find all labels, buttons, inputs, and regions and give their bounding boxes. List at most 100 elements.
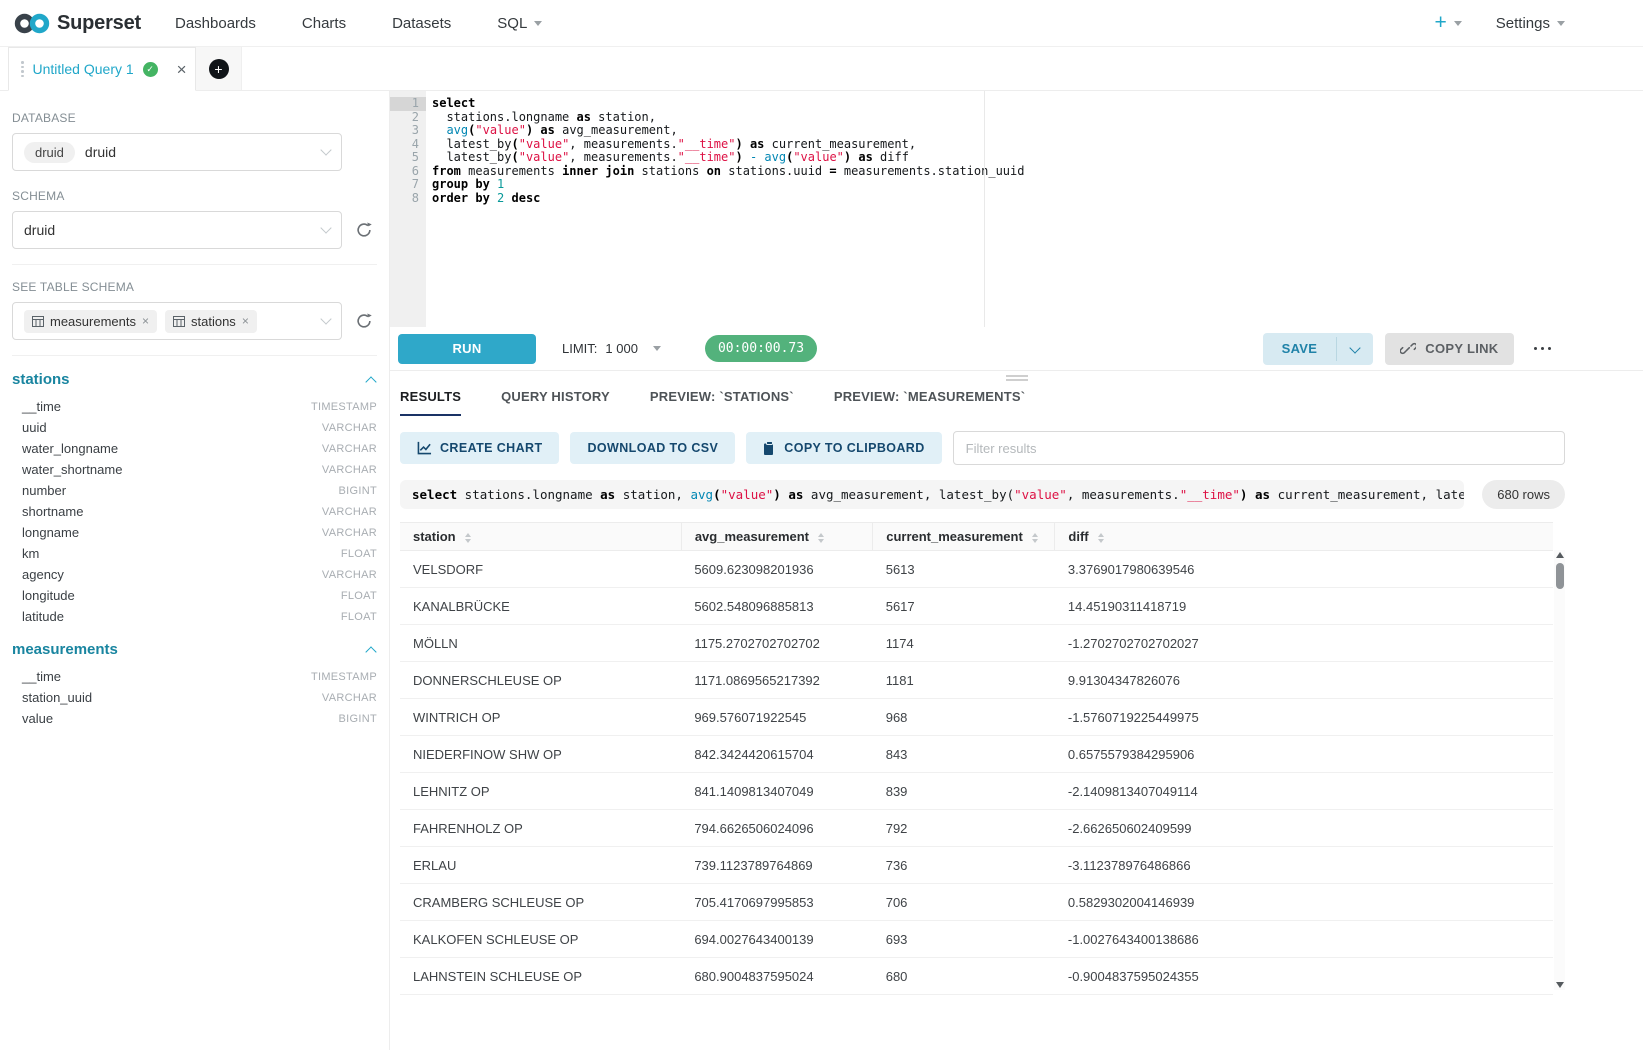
settings-menu[interactable]: Settings: [1496, 15, 1565, 32]
chevron-down-icon: [320, 144, 331, 155]
sort-icon[interactable]: [1098, 533, 1104, 543]
column-row: water_shortnameVARCHAR: [12, 459, 377, 480]
table-row[interactable]: VELSDORF5609.62309820193656133.376901798…: [400, 551, 1553, 588]
table-section-measurements[interactable]: measurements: [12, 641, 375, 658]
remove-chip-icon[interactable]: ×: [142, 314, 149, 328]
sort-icon[interactable]: [1032, 533, 1038, 543]
copy-clipboard-button[interactable]: COPY TO CLIPBOARD: [746, 432, 941, 464]
results-tabs: RESULTS QUERY HISTORY PREVIEW: `STATIONS` P…: [390, 383, 1643, 416]
results-tab-preview-measurements[interactable]: PREVIEW: `MEASUREMENTS`: [834, 389, 1025, 416]
table-cell: -3.112378976486866: [1055, 847, 1553, 884]
nav-item-sql[interactable]: SQL: [497, 15, 542, 32]
table-name: stations: [12, 371, 70, 388]
table-cell: WINTRICH OP: [400, 699, 681, 736]
create-chart-button[interactable]: CREATE CHART: [400, 432, 559, 464]
column-type: VARCHAR: [322, 527, 377, 539]
scrollbar-thumb[interactable]: [1556, 563, 1564, 589]
table-row[interactable]: CRAMBERG SCHLEUSE OP705.4170697995853706…: [400, 884, 1553, 921]
database-value: druid: [85, 144, 312, 160]
table-cell: -0.9004837595024355: [1055, 958, 1553, 995]
table-row[interactable]: NIEDERFINOW SHW OP842.34244206157048430.…: [400, 736, 1553, 773]
table-row[interactable]: LAHNSTEIN SCHLEUSE OP680.900483759502468…: [400, 958, 1553, 995]
column-header-avg-measurement[interactable]: avg_measurement: [681, 523, 872, 551]
clipboard-icon: [763, 441, 776, 456]
table-row[interactable]: KANALBRÜCKE5602.548096885813561714.45190…: [400, 588, 1553, 625]
database-select[interactable]: druid druid: [12, 133, 342, 171]
database-engine-badge: druid: [24, 142, 75, 163]
table-section-stations[interactable]: stations: [12, 371, 375, 388]
nav-item-datasets[interactable]: Datasets: [392, 15, 451, 32]
limit-dropdown[interactable]: LIMIT: 1 000: [562, 341, 661, 356]
executed-query-preview[interactable]: select stations.longname as station, avg…: [400, 480, 1464, 509]
brand-name: Superset: [57, 12, 141, 35]
code-line: latest_by("value", measurements."__time"…: [426, 151, 1643, 165]
run-button[interactable]: RUN: [398, 334, 536, 364]
remove-chip-icon[interactable]: ×: [242, 314, 249, 328]
results-body: VELSDORF5609.62309820193656133.376901798…: [400, 551, 1553, 995]
scroll-down-icon[interactable]: [1556, 982, 1564, 988]
limit-value: 1 000: [605, 341, 638, 356]
results-scrollbar[interactable]: [1554, 550, 1565, 990]
table-row[interactable]: MÖLLN1175.27027027027021174-1.2702702702…: [400, 625, 1553, 662]
chart-icon: [417, 441, 432, 455]
table-cell: 968: [873, 699, 1055, 736]
add-query-tab[interactable]: +: [196, 47, 242, 90]
table-row[interactable]: DONNERSCHLEUSE OP1171.086956521739211819…: [400, 662, 1553, 699]
table-cell: 839: [873, 773, 1055, 810]
table-chip-stations[interactable]: stations×: [165, 310, 257, 333]
caret-down-icon: [1557, 21, 1565, 26]
superset-brand[interactable]: Superset: [14, 12, 141, 35]
more-options-button[interactable]: [1532, 341, 1554, 357]
table-row[interactable]: WINTRICH OP969.576071922545968-1.5760719…: [400, 699, 1553, 736]
table-chip-measurements[interactable]: measurements ×: [24, 310, 157, 333]
column-header-station[interactable]: station: [400, 523, 681, 551]
nav-item-charts[interactable]: Charts: [302, 15, 346, 32]
table-row[interactable]: KALKOFEN SCHLEUSE OP694.0027643400139693…: [400, 921, 1553, 958]
database-label: DATABASE: [12, 111, 377, 125]
table-cell: MÖLLN: [400, 625, 681, 662]
table-schema-select[interactable]: measurements×stations×: [12, 302, 342, 340]
save-options-button[interactable]: [1337, 333, 1373, 365]
results-tab-results[interactable]: RESULTS: [400, 389, 461, 416]
close-tab-icon[interactable]: ×: [177, 61, 187, 78]
table-cell: 680: [873, 958, 1055, 995]
column-type: VARCHAR: [322, 692, 377, 704]
copy-link-button[interactable]: COPY LINK: [1385, 333, 1513, 365]
schema-select[interactable]: druid: [12, 211, 342, 249]
nav-item-dashboards[interactable]: Dashboards: [175, 15, 256, 32]
caret-down-icon: [653, 346, 661, 351]
column-header-diff[interactable]: diff: [1055, 523, 1553, 551]
table-cell: 843: [873, 736, 1055, 773]
column-header-current-measurement[interactable]: current_measurement: [873, 523, 1055, 551]
column-type: FLOAT: [341, 548, 377, 560]
divider: [12, 264, 377, 265]
code-line: latest_by("value", measurements."__time"…: [426, 138, 1643, 152]
refresh-schema-icon[interactable]: [355, 221, 373, 239]
chevron-up-icon: [365, 376, 376, 387]
new-item-button[interactable]: +: [1435, 11, 1462, 35]
table-cell: -1.2702702702702027: [1055, 625, 1553, 662]
editor-code[interactable]: select stations.longname as station, avg…: [426, 91, 1643, 327]
save-button[interactable]: SAVE: [1263, 333, 1337, 365]
sort-icon[interactable]: [465, 533, 471, 543]
column-header-label: diff: [1068, 529, 1088, 544]
refresh-tables-icon[interactable]: [355, 312, 373, 330]
results-tab-query-history[interactable]: QUERY HISTORY: [501, 389, 610, 416]
sort-icon[interactable]: [818, 533, 824, 543]
table-cell: 5617: [873, 588, 1055, 625]
download-csv-button[interactable]: DOWNLOAD TO CSV: [570, 432, 735, 464]
scroll-up-icon[interactable]: [1556, 552, 1564, 558]
chip-label: measurements: [50, 314, 136, 329]
table-cell: NIEDERFINOW SHW OP: [400, 736, 681, 773]
table-row[interactable]: FAHRENHOLZ OP794.6626506024096792-2.6626…: [400, 810, 1553, 847]
table-cell: CRAMBERG SCHLEUSE OP: [400, 884, 681, 921]
table-row[interactable]: ERLAU739.1123789764869736-3.112378976486…: [400, 847, 1553, 884]
drag-handle-icon[interactable]: [21, 61, 24, 77]
sql-editor[interactable]: 12345678 select stations.longname as sta…: [390, 91, 1643, 327]
query-tab-active[interactable]: Untitled Query 1 ✓ ×: [8, 47, 196, 91]
line-number: 6: [390, 165, 426, 179]
pane-resize-handle[interactable]: [390, 371, 1643, 383]
table-row[interactable]: LEHNITZ OP841.1409813407049839-2.1409813…: [400, 773, 1553, 810]
results-tab-preview-stations[interactable]: PREVIEW: `STATIONS`: [650, 389, 794, 416]
filter-results-input[interactable]: [953, 431, 1565, 465]
